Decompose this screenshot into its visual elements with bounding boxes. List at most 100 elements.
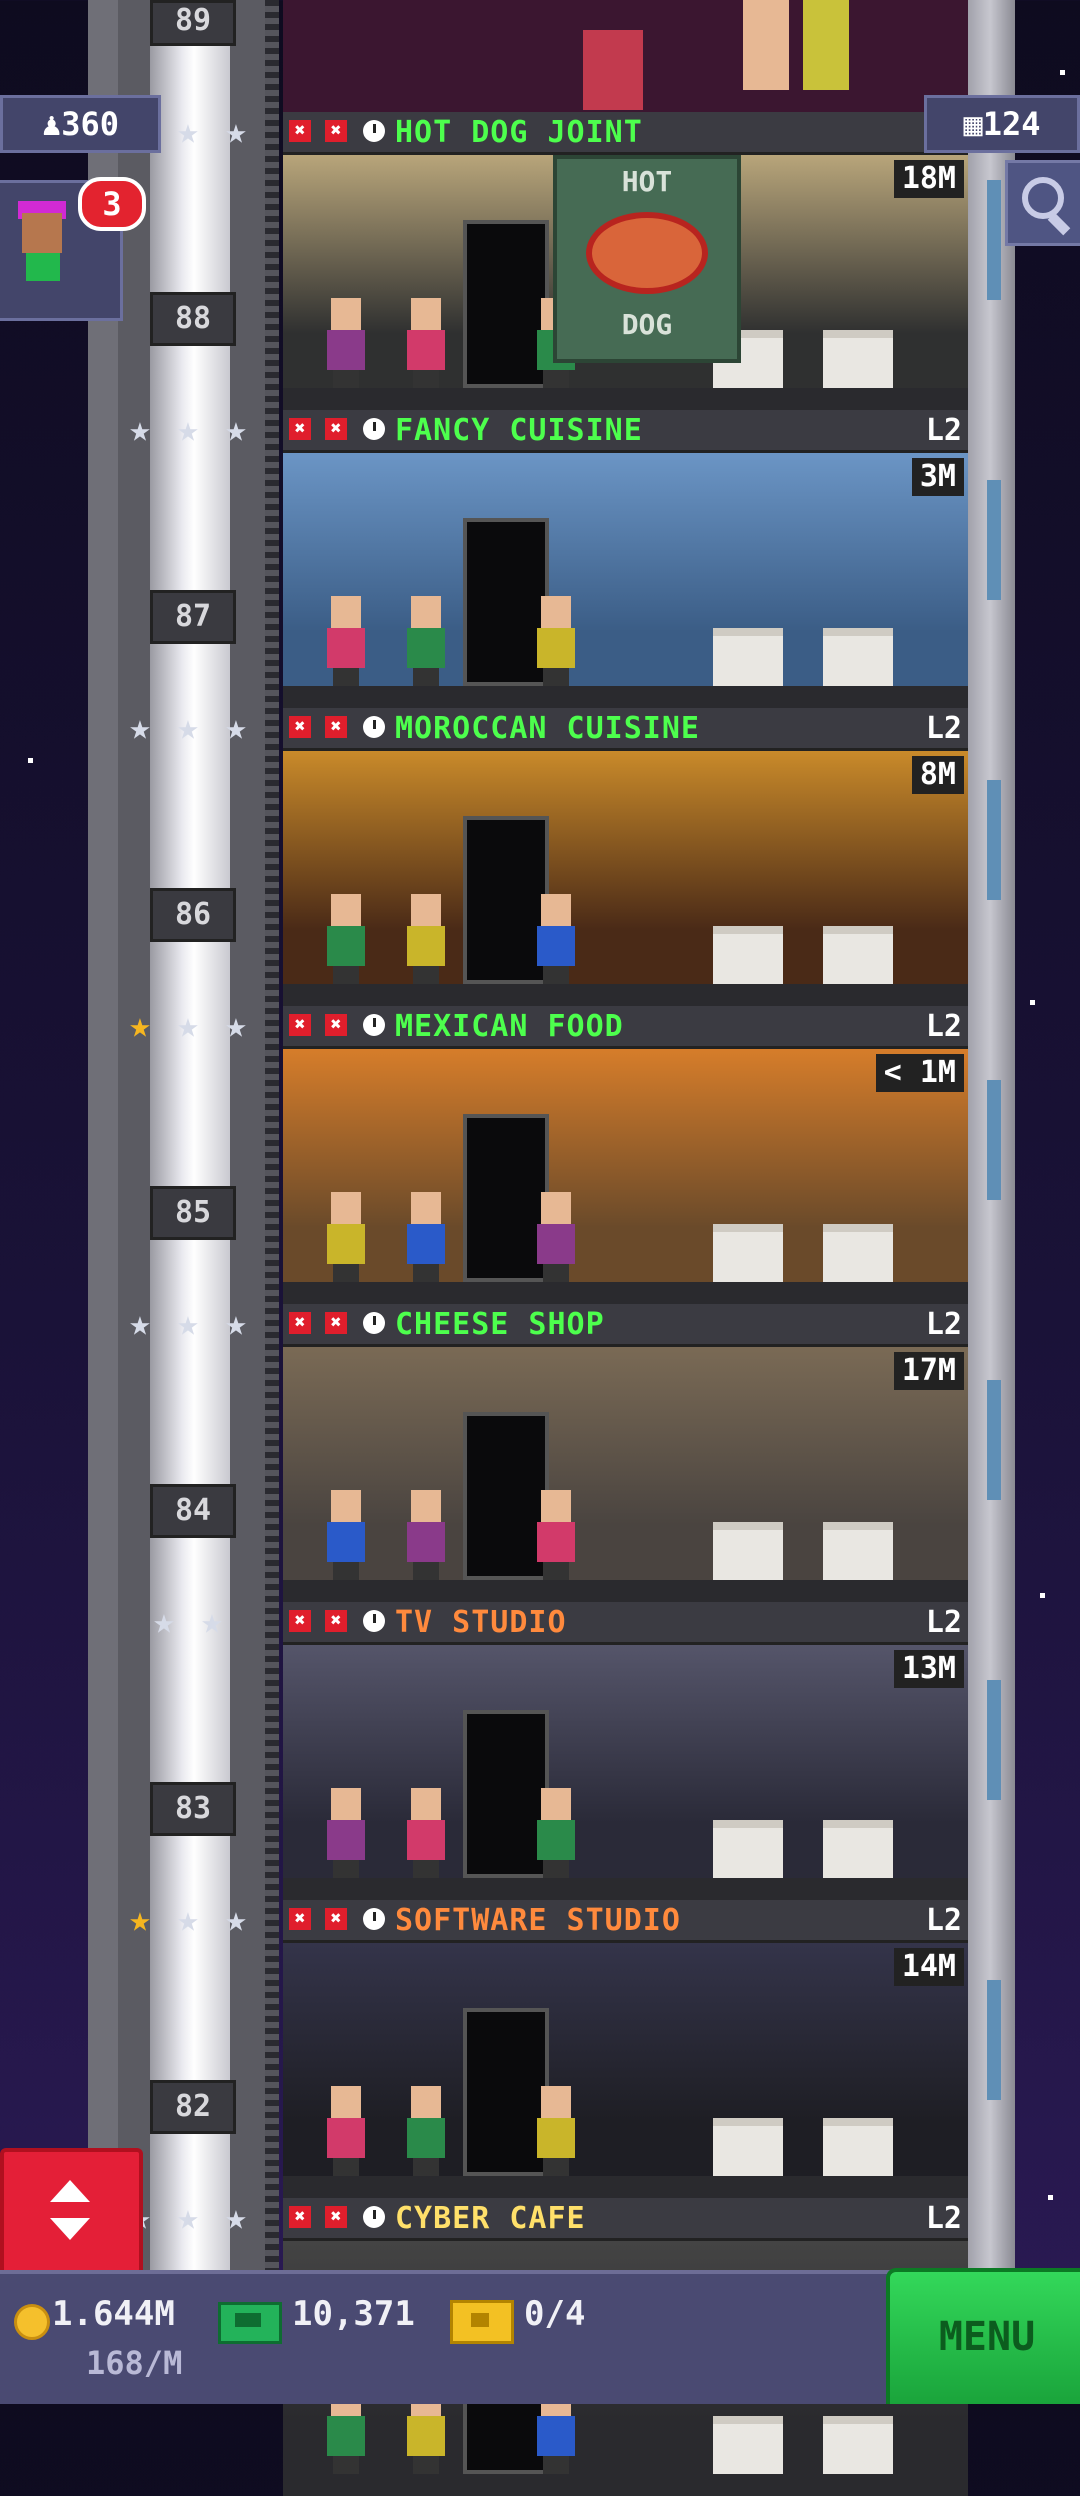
golden-ticket-icon xyxy=(450,2300,514,2344)
bitizen[interactable] xyxy=(403,298,449,388)
silver-star-icon: ★ xyxy=(225,1005,247,1046)
floor-moroccan-cuisine[interactable]: ✖ ✖ MOROCCAN CUISINE L2 8M xyxy=(283,708,968,1006)
hot-dog-icon xyxy=(586,212,708,294)
stock-empty-icon: ✖ xyxy=(325,1908,347,1930)
restock-timer: < 1M xyxy=(875,1054,964,1092)
hot-dog-sign: HOT DOG xyxy=(553,155,741,363)
floor-name: MEXICAN FOOD xyxy=(395,1009,624,1044)
coins-value[interactable]: 1.644M xyxy=(52,2294,175,2334)
clock-icon xyxy=(363,1312,385,1334)
silver-star-icon: ★ xyxy=(225,707,247,748)
bitizen[interactable] xyxy=(403,894,449,984)
bitizen[interactable] xyxy=(323,2086,369,2176)
bitizen[interactable] xyxy=(403,596,449,686)
bitizen[interactable] xyxy=(323,1490,369,1580)
floor-scene[interactable] xyxy=(283,751,968,1006)
floor-label-bar[interactable]: ✖ ✖ CHEESE SHOP L2 xyxy=(283,1304,968,1347)
silver-star-icon: ★ xyxy=(177,1899,199,1940)
bitizen[interactable] xyxy=(323,596,369,686)
stock-empty-icon: ✖ xyxy=(289,1610,311,1632)
visitor-avatar-shirt xyxy=(26,253,60,281)
stairwell xyxy=(265,0,279,2270)
floor-scene-partial[interactable] xyxy=(283,0,968,112)
floor-software-studio[interactable]: ✖ ✖ SOFTWARE STUDIO L2 14M xyxy=(283,1900,968,2198)
arrow-up-icon xyxy=(50,2180,90,2202)
search-button[interactable] xyxy=(1005,160,1080,246)
bitizen[interactable] xyxy=(533,1490,579,1580)
silver-star-icon: ★ xyxy=(225,1303,247,1344)
furniture xyxy=(823,2118,893,2176)
stock-empty-icon: ✖ xyxy=(289,1908,311,1930)
bitizen[interactable] xyxy=(533,894,579,984)
visitor-button[interactable]: 3 xyxy=(0,177,146,321)
population-counter[interactable]: ♟360 xyxy=(0,95,161,153)
elevator-button[interactable] xyxy=(0,2148,143,2278)
silver-star-icon: ★ xyxy=(177,1005,199,1046)
tickets-value[interactable]: 0/4 xyxy=(524,2294,585,2334)
floor-stars: ★ ★ ★ xyxy=(122,1006,262,1046)
clock-icon xyxy=(363,418,385,440)
silver-star-icon: ★ xyxy=(177,1303,199,1344)
stock-empty-icon: ✖ xyxy=(289,2206,311,2228)
floor-number: 83 xyxy=(150,1782,236,1836)
floor-level: L2 xyxy=(925,711,962,746)
floor-cheese-shop[interactable]: ✖ ✖ CHEESE SHOP L2 17M xyxy=(283,1304,968,1602)
floor-number: 88 xyxy=(150,292,236,346)
clock-icon xyxy=(363,120,385,142)
bitizen[interactable] xyxy=(323,894,369,984)
floor-mexican-food[interactable]: ✖ ✖ MEXICAN FOOD L2 < 1M xyxy=(283,1006,968,1304)
floor-stars: ★ ★ xyxy=(122,1602,262,1642)
bux-value[interactable]: 10,371 xyxy=(292,2294,415,2334)
floor-label-bar[interactable]: ✖ ✖ SOFTWARE STUDIO L2 xyxy=(283,1900,968,1943)
silver-star-icon: ★ xyxy=(225,2197,247,2238)
floor-label-bar[interactable]: ✖ ✖ MOROCCAN CUISINE L2 xyxy=(283,708,968,751)
floor-hot-dog-joint[interactable]: ✖ ✖ HOT DOG JOINT 18M HOT DOG xyxy=(283,112,968,410)
silver-star-icon: ★ xyxy=(177,409,199,450)
population-value: 360 xyxy=(61,105,120,143)
stock-empty-icon: ✖ xyxy=(289,418,311,440)
floor-scene[interactable]: HOT DOG xyxy=(283,155,968,410)
furniture xyxy=(713,628,783,686)
floor-count-value: 124 xyxy=(982,105,1041,143)
bitizen[interactable] xyxy=(533,1192,579,1282)
gold-star-icon: ★ xyxy=(129,1005,151,1046)
floor-label-bar[interactable]: ✖ ✖ TV STUDIO L2 xyxy=(283,1602,968,1645)
bitizen[interactable] xyxy=(533,596,579,686)
bitizen[interactable] xyxy=(403,1490,449,1580)
floor-tv-studio[interactable]: ✖ ✖ TV STUDIO L2 13M xyxy=(283,1602,968,1900)
floor-label-bar[interactable]: ✖ ✖ MEXICAN FOOD L2 xyxy=(283,1006,968,1049)
bitizen[interactable] xyxy=(403,2086,449,2176)
bitizen[interactable] xyxy=(323,1192,369,1282)
bitizen[interactable] xyxy=(533,2086,579,2176)
stock-empty-icon: ✖ xyxy=(289,120,311,142)
floor-scene[interactable] xyxy=(283,1347,968,1602)
floor-count-counter[interactable]: ▦124 xyxy=(924,95,1080,153)
bitizen[interactable] xyxy=(323,298,369,388)
floor-scene[interactable] xyxy=(283,1645,968,1900)
floor-name: SOFTWARE STUDIO xyxy=(395,1903,681,1938)
population-icon: ♟ xyxy=(41,105,62,143)
silver-star-icon: ★ xyxy=(201,1601,223,1642)
floor-label-bar[interactable]: ✖ ✖ FANCY CUISINE L2 xyxy=(283,410,968,453)
silver-star-icon: ★ xyxy=(225,111,247,152)
floor-stars: ★ ★ ★ xyxy=(122,1304,262,1344)
bitizen[interactable] xyxy=(323,1788,369,1878)
menu-button[interactable]: MENU xyxy=(886,2268,1080,2404)
visitor-avatar xyxy=(22,213,62,253)
floor-number: 86 xyxy=(150,888,236,942)
bitizen[interactable] xyxy=(403,1192,449,1282)
floor-scene[interactable] xyxy=(283,1943,968,2198)
stock-empty-icon: ✖ xyxy=(325,716,347,738)
floor-label-bar[interactable]: ✖ ✖ HOT DOG JOINT xyxy=(283,112,968,155)
menu-label: MENU xyxy=(938,2314,1036,2360)
bitizen[interactable] xyxy=(533,1788,579,1878)
floor-label-bar[interactable]: ✖ ✖ CYBER CAFE L2 xyxy=(283,2198,968,2241)
floor-level: L2 xyxy=(925,413,962,448)
silver-star-icon: ★ xyxy=(177,2197,199,2238)
gold-star-icon: ★ xyxy=(129,1899,151,1940)
bitizen[interactable] xyxy=(403,1788,449,1878)
floor-scene[interactable] xyxy=(283,1049,968,1304)
floor-fancy-cuisine[interactable]: ✖ ✖ FANCY CUISINE L2 3M xyxy=(283,410,968,708)
silver-star-icon: ★ xyxy=(129,409,151,450)
floor-scene[interactable] xyxy=(283,453,968,708)
